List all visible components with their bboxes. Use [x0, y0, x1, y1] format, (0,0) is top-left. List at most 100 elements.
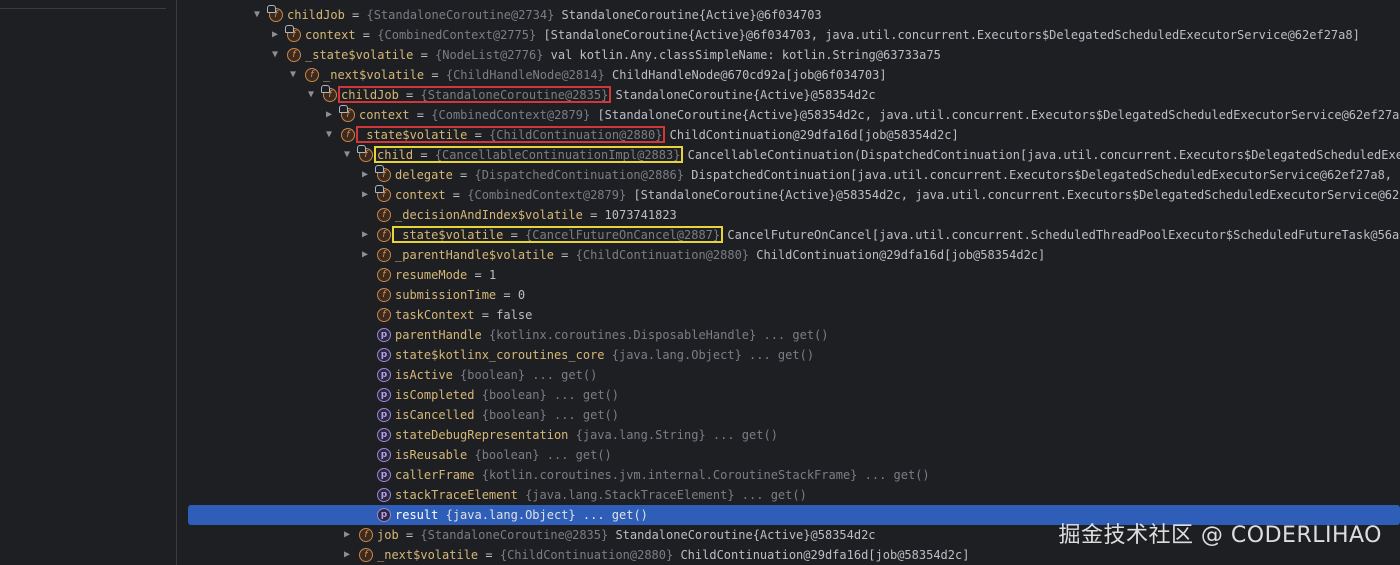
chevron-right-icon[interactable]: ▶ — [341, 545, 353, 565]
chevron-right-icon[interactable]: ▶ — [359, 185, 371, 205]
property-icon: p — [377, 348, 391, 362]
red-highlight-box — [338, 86, 612, 103]
tree-row-text: _state$volatile = {NodeList@2776} val ko… — [305, 45, 941, 65]
tree-row-text: context = {CombinedContext@2775} [Standa… — [305, 25, 1360, 45]
variable-name: resumeMode — [395, 268, 468, 282]
tree-row[interactable]: f resumeMode = 1 — [177, 265, 1400, 285]
chevron-right-icon[interactable]: ▶ — [359, 245, 371, 265]
tree-row[interactable]: ▶ f _parentHandle$volatile = {ChildContinu… — [177, 245, 1400, 265]
variable-value: [StandaloneCoroutine{Active}@58354d2c, j… — [590, 108, 1400, 122]
tree-row[interactable]: ▼ f _state$volatile = {NodeList@2776} val … — [177, 45, 1400, 65]
chevron-right-icon[interactable]: ▶ — [323, 105, 335, 125]
chevron-right-icon[interactable]: ▶ — [269, 25, 281, 45]
get-link[interactable]: ... get() — [547, 388, 619, 402]
field-icon: f — [375, 165, 391, 182]
property-icon: p — [377, 428, 391, 442]
get-link[interactable]: ... get() — [742, 348, 814, 362]
field-icon: f — [375, 185, 391, 202]
tree-row-text: parentHandle {kotlinx.coroutines.Disposa… — [395, 325, 829, 345]
tree-row-text: stateDebugRepresentation {java.lang.Stri… — [395, 425, 778, 445]
tree-row[interactable]: ▶ f _state$volatile = {CancelFutureOnCance… — [177, 225, 1400, 245]
chevron-right-icon[interactable]: ▶ — [359, 165, 371, 185]
property-icon: p — [377, 508, 391, 522]
get-link[interactable]: ... get() — [525, 368, 597, 382]
variable-name: isReusable — [395, 448, 468, 462]
get-link[interactable]: ... get() — [756, 328, 828, 342]
tree-row[interactable]: p parentHandle {kotlinx.coroutines.Dispos… — [177, 325, 1400, 345]
tree-row[interactable]: p stackTraceElement {java.lang.StackTrace… — [177, 485, 1400, 505]
chevron-down-icon[interactable]: ▼ — [323, 125, 335, 145]
variable-value: StandaloneCoroutine{Active}@6f034703 — [554, 8, 822, 22]
variable-type: {java.lang.String} — [575, 428, 706, 442]
field-icon: f — [267, 5, 283, 22]
variable-type: {java.lang.StackTraceElement} — [525, 488, 735, 502]
tree-row[interactable]: ▼ f _next$volatile = {ChildHandleNode@2814… — [177, 65, 1400, 85]
variable-name: context — [395, 188, 446, 202]
chevron-down-icon[interactable]: ▼ — [305, 85, 317, 105]
tree-row[interactable]: ▼ f childJob = {StandaloneCoroutine@2835} … — [177, 85, 1400, 105]
tree-row[interactable]: f _decisionAndIndex$volatile = 1073741823 — [177, 205, 1400, 225]
tree-row[interactable]: ▼ f _state$volatile = {ChildContinuation@2… — [177, 125, 1400, 145]
tree-row[interactable]: p isCancelled {boolean} ... get() — [177, 405, 1400, 425]
separator — [482, 328, 489, 342]
variable-value: 1073741823 — [604, 208, 677, 222]
variable-type: {StandaloneCoroutine@2734} — [366, 8, 555, 22]
chevron-right-icon[interactable]: ▶ — [359, 225, 371, 245]
tree-row[interactable]: ▶ f delegate = {DispatchedContinuation@288… — [177, 165, 1400, 185]
variable-name: context — [305, 28, 356, 42]
get-link[interactable]: ... get() — [540, 448, 612, 462]
separator: = — [582, 208, 605, 222]
lock-icon — [285, 25, 294, 33]
tree-row[interactable]: p stateDebugRepresentation {java.lang.Str… — [177, 425, 1400, 445]
variable-type: {StandaloneCoroutine@2835} — [420, 528, 609, 542]
tree-row-text: isCompleted {boolean} ... get() — [395, 385, 619, 405]
tree-row[interactable]: f submissionTime = 0 — [177, 285, 1400, 305]
field-icon: f — [377, 308, 391, 322]
get-link[interactable]: ... get() — [735, 488, 807, 502]
separator — [568, 428, 575, 442]
tree-row-text: _next$volatile = {ChildHandleNode@2814} … — [323, 65, 887, 85]
chevron-down-icon[interactable]: ▼ — [251, 5, 263, 25]
separator: = — [496, 288, 518, 302]
red-highlight-box — [356, 126, 666, 143]
chevron-down-icon[interactable]: ▼ — [269, 45, 281, 65]
yellow-highlight-box — [374, 146, 684, 163]
field-icon: f — [341, 128, 355, 142]
tree-row[interactable]: p callerFrame {kotlin.coroutines.jvm.inte… — [177, 465, 1400, 485]
variable-value: StandaloneCoroutine{Active}@58354d2c — [608, 528, 876, 542]
chevron-right-icon[interactable]: ▶ — [341, 525, 353, 545]
tree-row[interactable]: ▶ f context = {CombinedContext@2775} [Stan… — [177, 25, 1400, 45]
tree-row[interactable]: ▼ f childJob = {StandaloneCoroutine@2734} … — [177, 5, 1400, 25]
separator: = — [355, 28, 378, 42]
property-icon: p — [377, 468, 391, 482]
variable-name: _next$volatile — [323, 68, 425, 82]
debugger-frames-panel — [0, 0, 177, 565]
variable-name: isCompleted — [395, 388, 475, 402]
chevron-down-icon[interactable]: ▼ — [341, 145, 353, 165]
variable-type: {ChildContinuation@2880} — [575, 248, 750, 262]
field-icon: f — [377, 288, 391, 302]
tree-row[interactable]: p isCompleted {boolean} ... get() — [177, 385, 1400, 405]
tree-row-text: submissionTime = 0 — [395, 285, 525, 305]
tree-row[interactable]: ▼ f child = {CancellableContinuationImpl@2… — [177, 145, 1400, 165]
separator — [474, 408, 481, 422]
get-link[interactable]: ... get() — [576, 508, 648, 522]
tree-row-text: taskContext = false — [395, 305, 532, 325]
tree-row[interactable]: p isReusable {boolean} ... get() — [177, 445, 1400, 465]
variable-name: callerFrame — [395, 468, 475, 482]
tree-row[interactable]: ▶ f context = {CombinedContext@2879} [Stan… — [177, 105, 1400, 125]
get-link[interactable]: ... get() — [857, 468, 930, 482]
tree-row[interactable]: p isActive {boolean} ... get() — [177, 365, 1400, 385]
variable-type: {CombinedContext@2879} — [467, 188, 627, 202]
chevron-down-icon[interactable]: ▼ — [287, 65, 299, 85]
variable-name: job — [377, 528, 399, 542]
field-icon: f — [359, 528, 373, 542]
get-link[interactable]: ... get() — [547, 408, 619, 422]
tree-row[interactable]: f taskContext = false — [177, 305, 1400, 325]
variable-value: CancelFutureOnCancel[java.util.concurren… — [720, 228, 1400, 242]
separator: = — [424, 68, 446, 82]
field-icon: f — [377, 248, 391, 262]
tree-row[interactable]: ▶ f context = {CombinedContext@2879} [Stan… — [177, 185, 1400, 205]
tree-row[interactable]: p state$kotlinx_coroutines_core {java.lan… — [177, 345, 1400, 365]
get-link[interactable]: ... get() — [706, 428, 778, 442]
